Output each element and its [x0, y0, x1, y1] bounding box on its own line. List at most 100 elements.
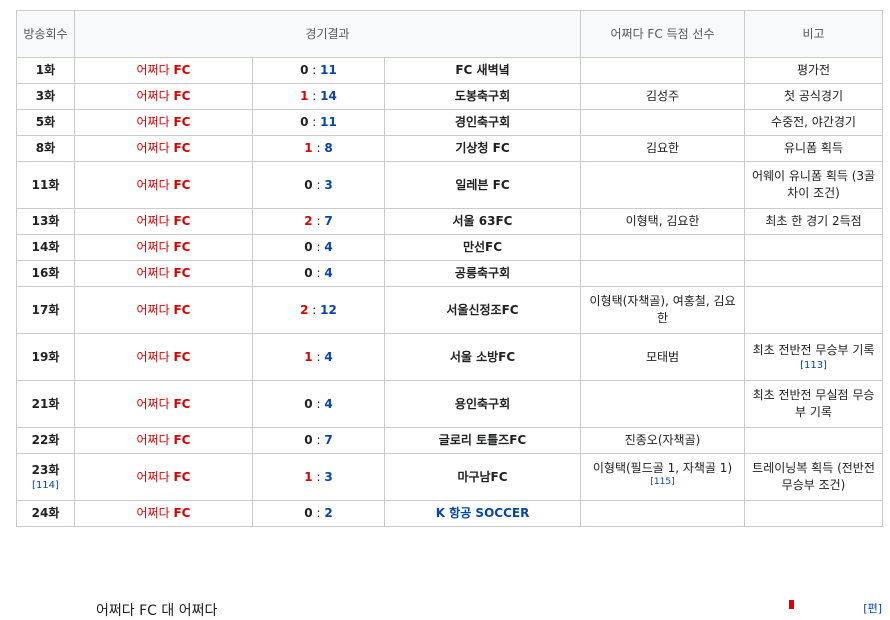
score-cell: 0 : 7 — [252, 427, 385, 454]
match-results-table: 방송회수 경기결과 어쩌다 FC 득점 선수 비고 1화 어쩌다 FC 0 : 11… — [16, 10, 884, 527]
scorers-cell: 이형택, 김요한 — [580, 208, 746, 235]
home-score: 1 — [304, 469, 313, 484]
opponent-cell: 서울신정조FC — [383, 286, 582, 334]
score-separator: : — [308, 115, 321, 129]
episode-label: 22화 — [31, 433, 60, 447]
score-cell: 0 : 4 — [252, 380, 385, 428]
scorers-text: 진종오(자책골) — [624, 433, 701, 447]
table-row: 1화 어쩌다 FC 0 : 11 FC 새벽녘 평가전 — [16, 57, 884, 84]
team-cell: 어쩌다 FC — [74, 427, 253, 454]
note-text: 어웨이 유니폼 획득 (3골 차이 조건) — [751, 169, 876, 200]
table-row: 22화 어쩌다 FC 0 : 7 글로리 토틀즈FC 진종오(자책골) — [16, 427, 884, 454]
note-text: 최초 전반전 무승부 기록 — [752, 343, 875, 357]
opponent-cell[interactable]: K 항공 SOCCER — [383, 500, 582, 527]
episode-label: 16화 — [31, 266, 60, 280]
team-suffix: FC — [173, 266, 191, 280]
note-text: 평가전 — [796, 63, 831, 77]
away-score: 7 — [324, 214, 333, 228]
team-suffix: FC — [173, 349, 191, 364]
score-separator: : — [312, 469, 325, 484]
episode-cell: 16화 — [16, 260, 75, 287]
score-cell: 1 : 8 — [252, 135, 385, 162]
team-cell: 어쩌다 FC — [74, 380, 253, 428]
score-cell: 0 : 4 — [252, 260, 385, 287]
team-suffix: FC — [173, 396, 191, 411]
note-text: 유니폼 획득 — [784, 141, 844, 155]
team-name: 어쩌다 — [136, 506, 174, 520]
home-score: 0 — [304, 396, 313, 411]
home-score: 0 — [304, 177, 313, 192]
header-result: 경기결과 — [73, 10, 582, 58]
team-cell: 어쩌다 FC — [74, 234, 253, 261]
score-cell: 2 : 7 — [252, 208, 385, 235]
episode-cell: 24화 — [16, 500, 75, 527]
episode-label: 1화 — [35, 63, 56, 77]
episode-label: 17화 — [31, 302, 60, 317]
scorers-text: 김요한 — [645, 141, 680, 155]
edit-link[interactable]: [편] — [863, 600, 882, 616]
team-suffix: FC — [173, 177, 191, 192]
episode-cell: 13화 — [16, 208, 75, 235]
note-text: 첫 공식경기 — [784, 89, 844, 103]
opponent-cell: 용인축구회 — [383, 380, 582, 428]
note-cell: 최초 전반전 무승부 기록 [113] — [744, 333, 884, 381]
header-episode: 방송회수 — [16, 10, 75, 58]
reference-link[interactable]: [114] — [21, 479, 70, 492]
table-row: 3화 어쩌다 FC 1 : 14 도봉축구회 김성주 첫 공식경기 — [16, 83, 884, 110]
team-name: 어쩌다 — [136, 63, 174, 77]
episode-cell: 17화 — [16, 286, 75, 334]
score-separator: : — [312, 396, 325, 411]
away-score: 8 — [324, 141, 333, 155]
home-score: 0 — [304, 433, 313, 447]
episode-label: 11화 — [31, 177, 60, 192]
team-suffix: FC — [173, 89, 191, 103]
episode-label: 24화 — [31, 506, 60, 520]
score-separator: : — [312, 240, 325, 254]
note-cell: 최초 전반전 무실점 무승부 기록 — [744, 380, 884, 428]
reference-link[interactable]: [113] — [749, 359, 878, 372]
opponent-cell: 글로리 토틀즈FC — [383, 427, 582, 454]
team-name: 어쩌다 — [136, 433, 174, 447]
home-score: 1 — [304, 141, 313, 155]
team-suffix: FC — [173, 433, 191, 447]
reference-link[interactable]: [115] — [650, 477, 674, 487]
opponent-cell: 서울 63FC — [383, 208, 582, 235]
note-text: 최초 한 경기 2득점 — [765, 214, 862, 228]
episode-label: 21화 — [31, 396, 60, 411]
episode-label: 14화 — [31, 240, 60, 254]
score-separator: : — [312, 141, 325, 155]
scorers-cell: 모태범 — [580, 333, 746, 381]
episode-cell: 11화 — [16, 161, 75, 209]
team-cell: 어쩌다 FC — [74, 135, 253, 162]
away-score: 4 — [324, 349, 333, 364]
score-cell: 0 : 11 — [252, 57, 385, 84]
note-text: 수중전, 야간경기 — [771, 115, 856, 129]
score-cell: 2 : 12 — [252, 286, 385, 334]
opponent-cell: 공릉축구회 — [383, 260, 582, 287]
score-cell: 1 : 3 — [252, 453, 385, 501]
team-suffix: FC — [173, 302, 191, 317]
opponent-cell: FC 새벽녘 — [383, 57, 582, 84]
away-score: 11 — [320, 115, 337, 129]
note-cell: 최초 한 경기 2득점 — [744, 208, 884, 235]
score-separator: : — [312, 506, 325, 520]
team-name: 어쩌다 — [136, 240, 174, 254]
episode-label: 23화 — [31, 463, 60, 477]
scorers-cell — [580, 109, 746, 136]
episode-label: 5화 — [35, 115, 56, 129]
team-suffix: FC — [173, 214, 191, 228]
score-separator: : — [308, 63, 321, 77]
away-score: 14 — [320, 89, 337, 103]
note-cell: 수중전, 야간경기 — [744, 109, 884, 136]
team-name: 어쩌다 — [136, 177, 174, 192]
opponent-cell: 기상청 FC — [383, 135, 582, 162]
episode-cell: 14화 — [16, 234, 75, 261]
note-cell — [744, 286, 884, 334]
scorers-text: 이형택(자책골), 여홍철, 김요한 — [589, 294, 736, 325]
episode-label: 13화 — [31, 214, 60, 228]
scorers-cell — [580, 500, 746, 527]
note-cell: 평가전 — [744, 57, 884, 84]
note-text: 최초 전반전 무실점 무승부 기록 — [752, 388, 875, 419]
note-cell: 트레이닝복 획득 (전반전 무승부 조건) — [744, 453, 884, 501]
team-name: 어쩌다 — [136, 214, 174, 228]
